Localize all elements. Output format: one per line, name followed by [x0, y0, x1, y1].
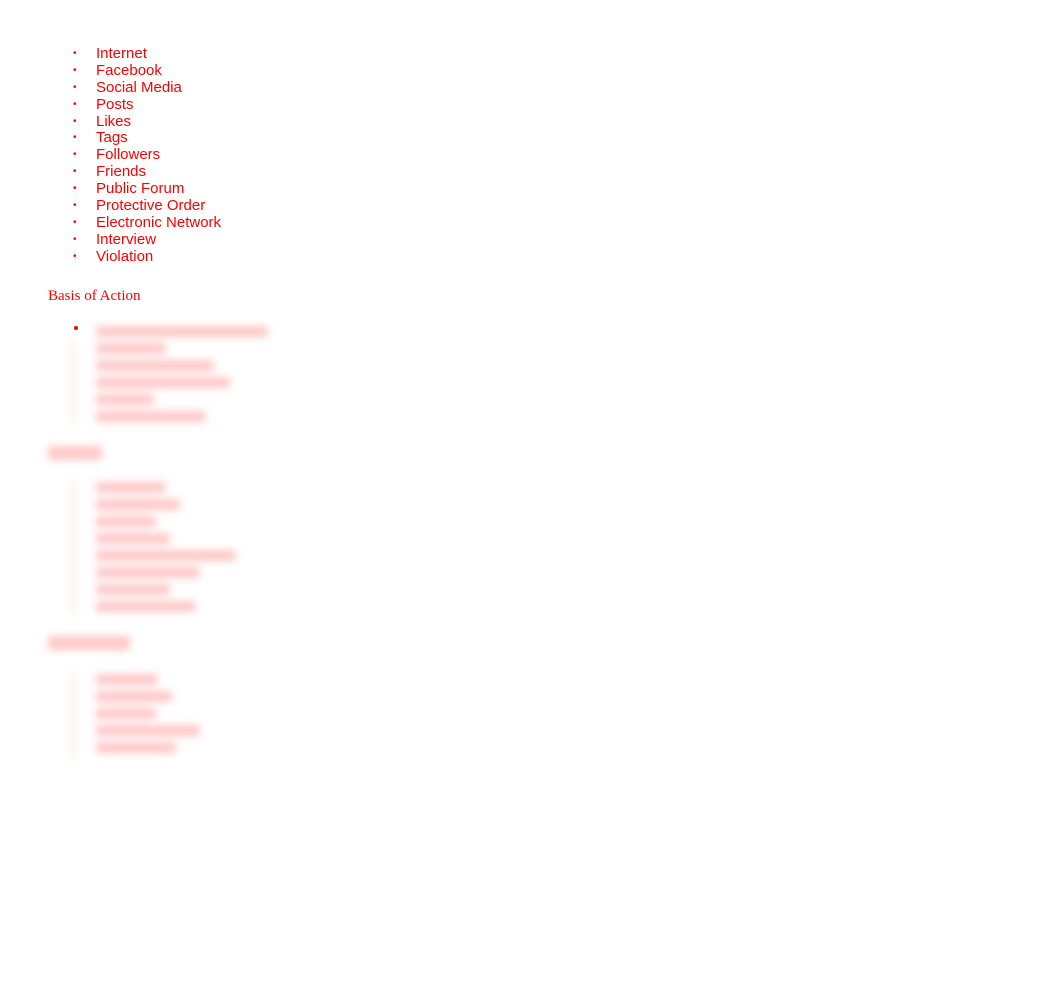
blurred-line — [96, 691, 172, 702]
blurred-line — [96, 343, 166, 354]
blurred-line — [96, 550, 236, 561]
blurred-line — [96, 482, 166, 493]
blurred-line — [96, 377, 230, 388]
blurred-line — [96, 601, 196, 612]
blurred-line — [96, 674, 158, 685]
blurred-line — [96, 516, 156, 527]
blurred-line — [96, 725, 200, 736]
blurred-heading — [48, 636, 130, 650]
blurred-heading — [48, 446, 102, 460]
blurred-bar — [72, 672, 75, 760]
blurred-line — [96, 567, 200, 578]
blurred-bar — [72, 340, 75, 425]
blurred-line — [96, 394, 154, 405]
blurred-line — [96, 584, 170, 595]
blurred-preview-content — [0, 0, 400, 800]
blurred-line — [96, 533, 170, 544]
blurred-line — [96, 708, 156, 719]
blurred-line — [96, 499, 180, 510]
blurred-bar — [72, 480, 75, 615]
blurred-line — [96, 326, 268, 337]
blurred-line — [96, 360, 214, 371]
blurred-line — [96, 411, 206, 422]
blurred-line — [96, 742, 176, 753]
document-page: • Internet • Facebook • Social Media • Posts… — [0, 0, 1062, 1001]
